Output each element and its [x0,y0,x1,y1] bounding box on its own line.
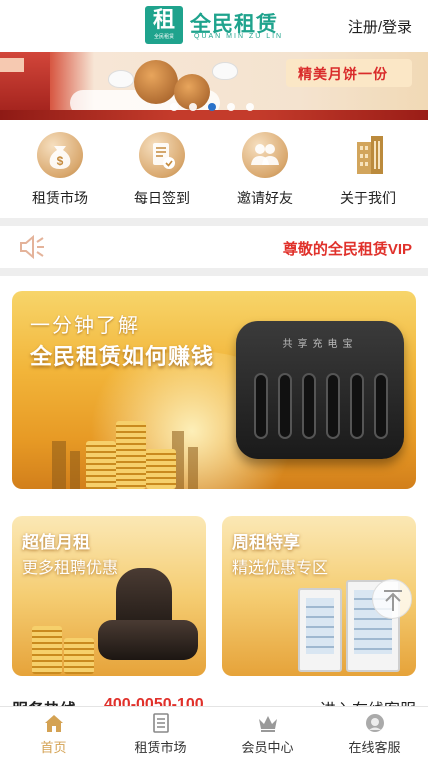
app-header: 租 全民租赁 全民租赁 QUAN MIN ZU LIN 注册/登录 [0,0,428,52]
quick-nav-daily-checkin[interactable]: 每日签到 [110,128,214,208]
power-bank-slot [326,373,340,439]
tab-home[interactable]: 首页 [0,707,107,761]
promo-main-banner[interactable]: 一分钟了解 全民租赁如何赚钱 共享充电宝 [12,291,416,489]
checkin-icon [139,132,185,178]
power-bank-slot [254,373,268,439]
power-bank-label: 共享充电宝 [282,339,358,350]
banner-tag [0,58,24,72]
power-bank-slot [350,373,364,439]
massage-chair-seat [98,620,198,660]
quick-nav: $ 租赁市场 每日签到 邀请好友 关于我们 [0,128,428,218]
carousel-dot[interactable] [170,103,178,111]
svg-text:$: $ [57,154,64,168]
tab-rental-market[interactable]: 租赁市场 [107,707,214,761]
register-login-link[interactable]: 注册/登录 [348,16,412,37]
banner-bottom-strip [0,110,428,120]
notice-bar[interactable]: 尊敬的全民租赁VIP [0,226,428,268]
quick-nav-label: 关于我们 [340,190,396,206]
coin-stack [86,441,116,489]
arrow-up-icon [384,590,402,611]
rabbit-image [212,62,238,80]
coin-stack [32,626,62,674]
carousel-dots [170,98,265,111]
back-to-top-button[interactable] [372,579,412,619]
logo-subtitle: QUAN MIN ZU LIN [194,33,284,40]
section-divider [0,218,428,226]
carousel-dot[interactable] [189,103,197,111]
quick-nav-label: 租赁市场 [32,190,88,206]
list-icon [150,713,172,733]
quick-nav-rental-market[interactable]: $ 租赁市场 [8,128,112,208]
tab-member-center[interactable]: 会员中心 [214,707,321,761]
customer-service-icon [364,713,386,733]
tab-label: 租赁市场 [134,740,187,755]
section-divider [0,268,428,276]
carousel-dot[interactable] [227,103,235,111]
quick-nav-about-us[interactable]: 关于我们 [316,128,420,208]
city-skyline [70,451,80,489]
banner-title: 精美月饼一份 [298,66,388,82]
tab-label: 首页 [40,740,67,755]
quick-nav-invite-friends[interactable]: 邀请好友 [213,128,317,208]
promo-left-title: 超值月租 [22,533,90,552]
tab-label: 在线客服 [348,740,401,755]
city-skyline [52,441,66,489]
vending-machine-image [298,588,342,672]
promo-right-subtitle: 精选优惠专区 [232,560,329,577]
coin-stack [146,449,176,489]
notice-text: 尊敬的全民租赁VIP [282,241,412,258]
logo-mark[interactable]: 租 全民租赁 [145,6,183,44]
invite-friends-icon [242,132,288,178]
speaker-icon [18,234,46,260]
crown-icon [257,713,279,733]
carousel-dot[interactable] [246,103,254,111]
tab-label: 会员中心 [241,740,294,755]
home-icon [43,713,65,733]
quick-nav-label: 每日签到 [134,190,190,206]
rabbit-image [108,70,134,88]
money-bag-icon: $ [37,132,83,178]
bottom-tab-bar: 首页 租赁市场 会员中心 在线客服 [0,706,428,761]
quick-nav-label: 邀请好友 [237,190,293,206]
building-icon [345,132,391,178]
power-bank-image: 共享充电宝 [236,321,404,459]
power-bank-slot [374,373,388,439]
promo-left-subtitle: 更多租聘优惠 [22,560,119,577]
carousel-dot-active[interactable] [208,103,216,111]
logo-char: 租 [152,7,175,32]
power-bank-slot [302,373,316,439]
promo-monthly-rent[interactable]: 超值月租 更多租聘优惠 [12,516,206,676]
logo-small-text: 全民租赁 [153,34,174,40]
promo-right-title: 周租特享 [232,533,300,552]
coin-stack [64,638,94,674]
coin-stack [116,421,146,489]
power-bank-slot [278,373,292,439]
city-skyline [188,447,198,489]
promo-main-line1: 一分钟了解 [30,315,140,337]
tab-online-service[interactable]: 在线客服 [321,707,428,761]
promo-main-line2: 全民租赁如何赚钱 [30,344,215,369]
